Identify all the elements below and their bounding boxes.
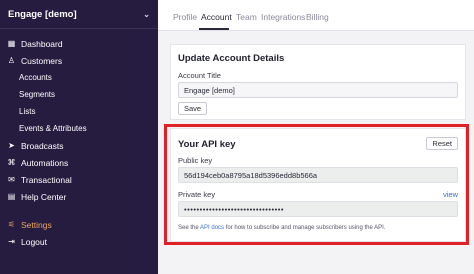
sidebar: Engage [demo] ⌄ ▦ Dashboard ♙ Customers … <box>0 0 158 274</box>
account-title-input[interactable] <box>178 82 458 98</box>
tab-team[interactable]: Team <box>236 12 257 22</box>
tab-integrations[interactable]: Integrations <box>261 12 305 22</box>
card-title: Update Account Details <box>178 53 285 64</box>
api-help-text: See the API docs for how to subscribe an… <box>178 225 385 231</box>
sidebar-item-events-attributes[interactable]: Events & Attributes <box>0 120 158 137</box>
tab-account[interactable]: Account <box>201 12 232 22</box>
chevron-down-icon: ⌄ <box>143 9 150 19</box>
sidebar-item-customers[interactable]: ♙ Customers <box>0 52 158 69</box>
sidebar-item-transactional[interactable]: ✉ Transactional <box>0 171 158 188</box>
settings-icon: ⚟ <box>7 220 16 229</box>
sidebar-item-logout[interactable]: ⇥ Logout <box>0 233 158 250</box>
active-tab-indicator <box>199 28 229 30</box>
card-title: Your API key <box>178 139 236 150</box>
sidebar-item-label: Lists <box>19 107 36 116</box>
help-text-suffix: for how to subscribe and manage subscrib… <box>224 225 386 231</box>
sidebar-item-label: Segments <box>19 90 56 99</box>
sidebar-item-accounts[interactable]: Accounts <box>0 69 158 86</box>
settings-tabs: Profile Account Team Integrations Billin… <box>158 0 474 31</box>
sidebar-item-help-center[interactable]: ▤ Help Center <box>0 188 158 205</box>
private-key-field[interactable]: •••••••••••••••••••••••••••••••• <box>178 201 458 217</box>
help-center-icon: ▤ <box>7 192 16 201</box>
save-button[interactable]: Save <box>178 102 208 115</box>
automation-icon: ⌘ <box>7 158 16 167</box>
sidebar-item-label: Logout <box>21 236 47 247</box>
dashboard-icon: ▦ <box>7 39 16 48</box>
sidebar-item-automations[interactable]: ⌘ Automations <box>0 154 158 171</box>
workspace-name: Engage [demo] <box>8 8 77 20</box>
sidebar-item-label: Customers <box>21 55 63 66</box>
tab-billing[interactable]: Billing <box>306 12 329 22</box>
sidebar-item-broadcasts[interactable]: ➤ Broadcasts <box>0 137 158 154</box>
api-key-card: Your API key Reset Public key 56d194ceb0… <box>170 128 466 242</box>
workspace-switcher[interactable]: Engage [demo] ⌄ <box>0 0 158 29</box>
tab-profile[interactable]: Profile <box>173 12 197 22</box>
public-key-field[interactable]: 56d194ceb0a8795a18d5396edd8b566a <box>178 167 458 183</box>
sidebar-item-label: Events & Attributes <box>19 124 87 133</box>
paper-plane-icon: ➤ <box>8 141 15 150</box>
sidebar-item-dashboard[interactable]: ▦ Dashboard <box>0 35 158 52</box>
sidebar-item-label: Broadcasts <box>21 140 64 151</box>
account-details-card: Update Account Details Account Title Sav… <box>170 44 466 120</box>
reset-api-key-button[interactable]: Reset <box>426 137 458 150</box>
sidebar-item-lists[interactable]: Lists <box>0 103 158 120</box>
mail-icon: ✉ <box>8 175 15 184</box>
users-icon: ♙ <box>7 56 16 65</box>
api-docs-link[interactable]: API docs <box>200 225 224 231</box>
sidebar-item-segments[interactable]: Segments <box>0 86 158 103</box>
sidebar-item-label: Dashboard <box>21 38 63 49</box>
sidebar-item-label: Settings <box>21 219 52 230</box>
main-content: Profile Account Team Integrations Billin… <box>158 0 474 274</box>
help-text-prefix: See the <box>178 225 201 231</box>
logout-icon: ⇥ <box>8 237 15 246</box>
private-key-label: Private key <box>178 190 216 199</box>
account-title-label: Account Title <box>178 71 221 80</box>
sidebar-item-settings[interactable]: ⚟ Settings <box>0 216 158 233</box>
public-key-label: Public key <box>178 156 213 165</box>
sidebar-item-label: Accounts <box>19 73 52 82</box>
sidebar-item-label: Help Center <box>21 191 67 202</box>
sidebar-item-label: Automations <box>21 157 69 168</box>
sidebar-item-label: Transactional <box>21 174 72 185</box>
view-private-key-link[interactable]: view <box>443 190 458 199</box>
